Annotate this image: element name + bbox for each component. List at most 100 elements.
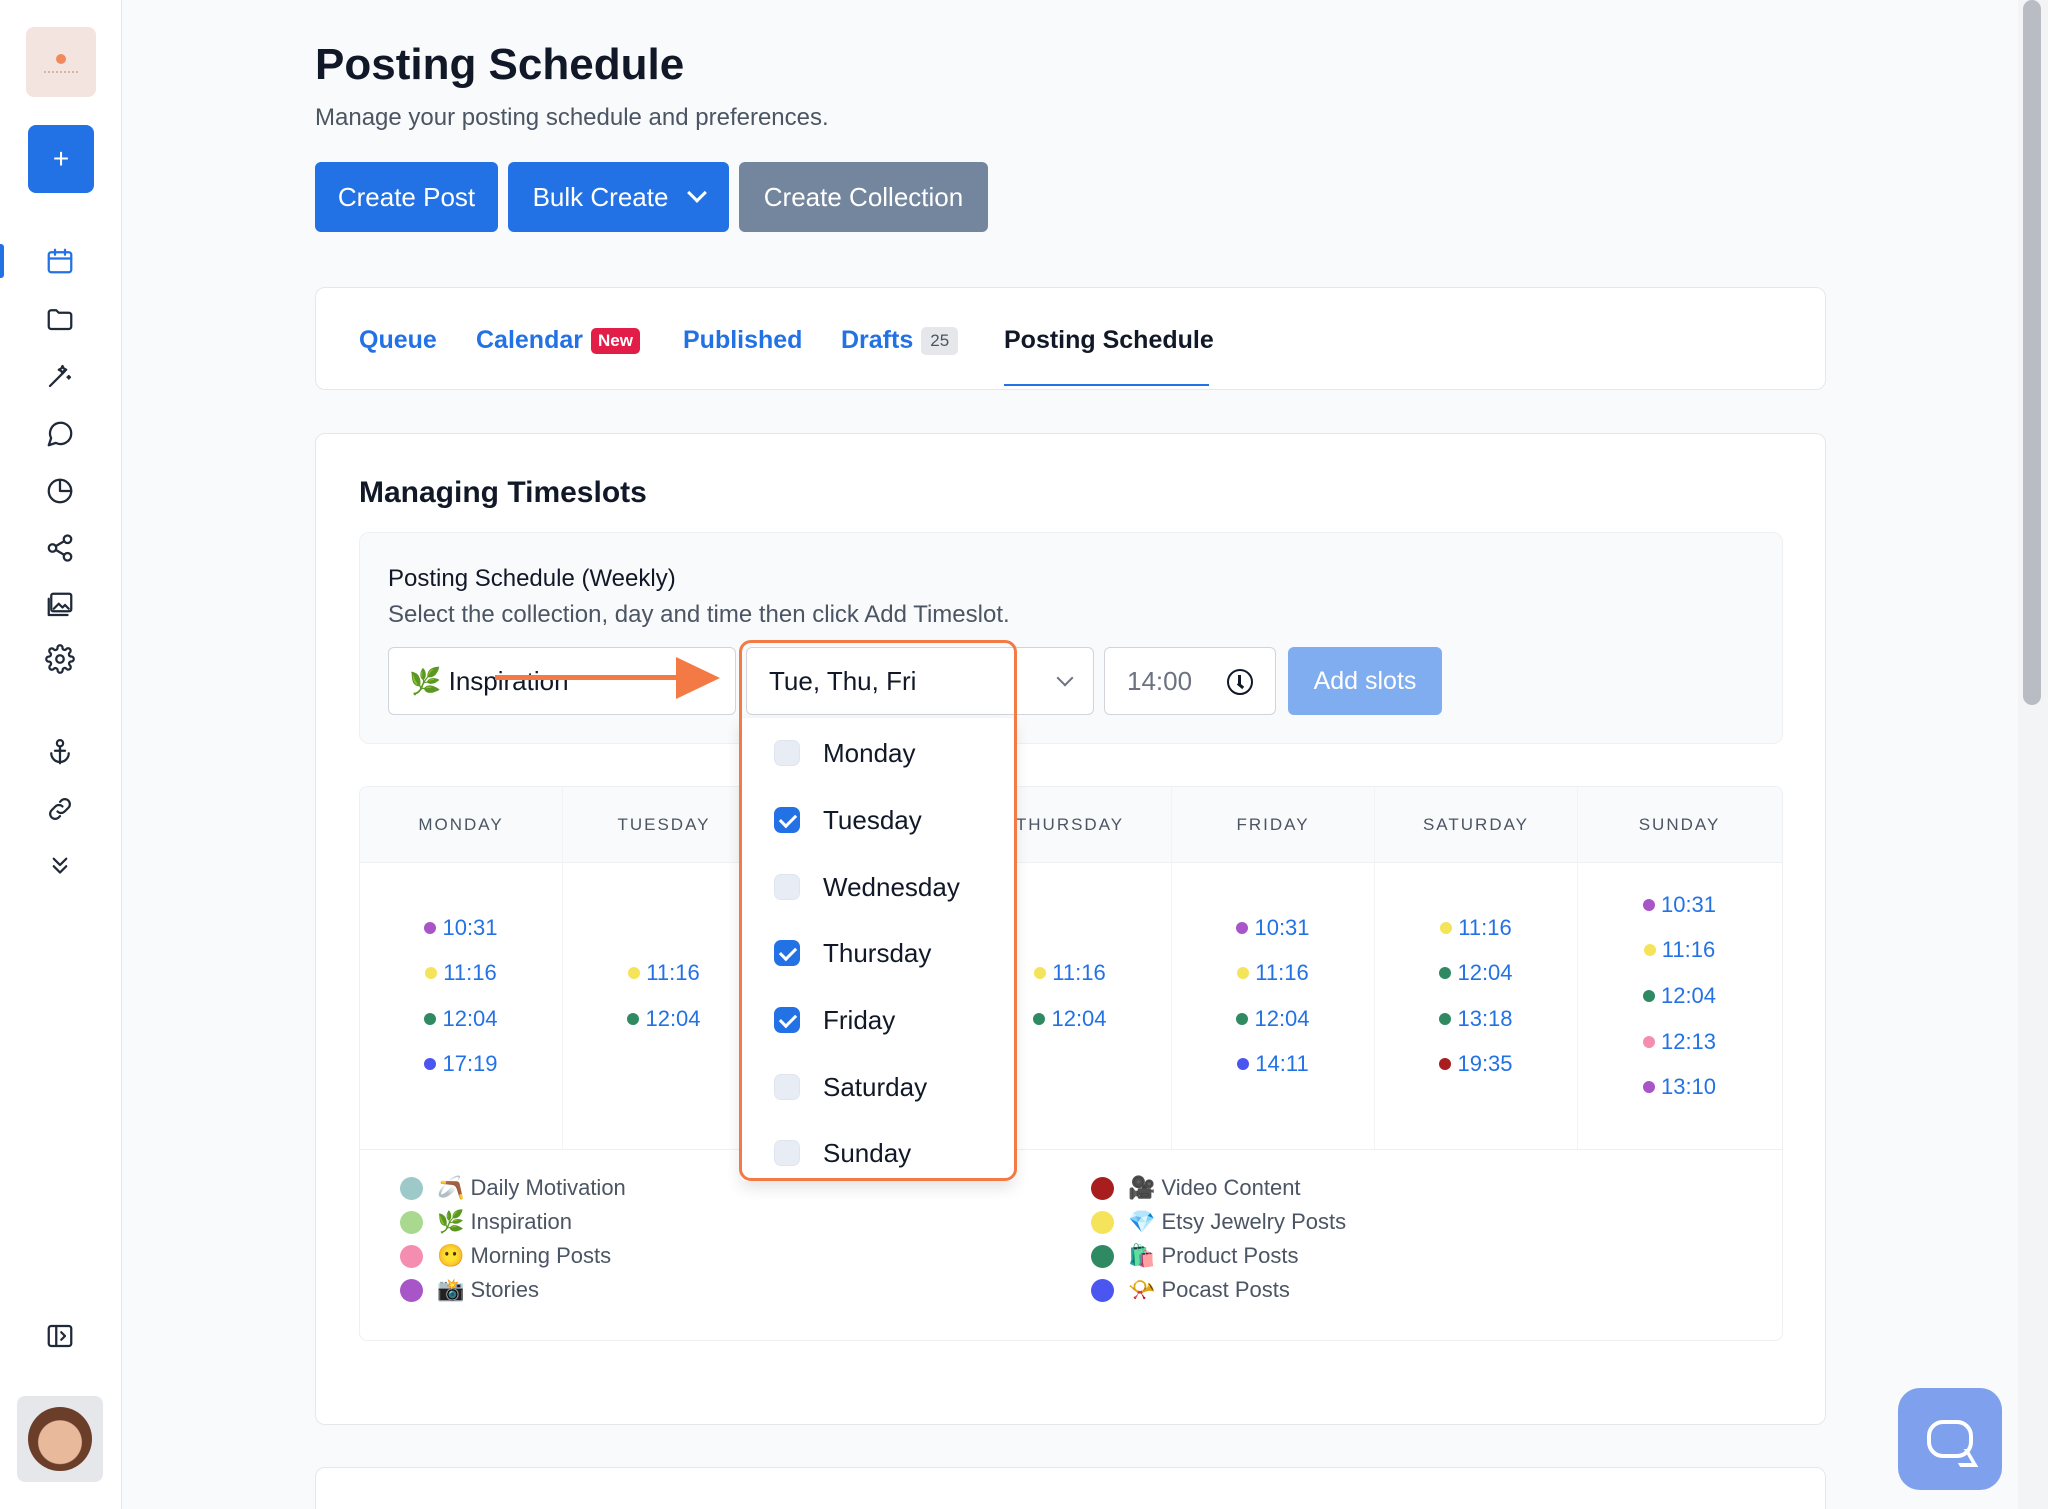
days-dropdown-menu: Monday Tuesday Wednesday Thursday Friday… <box>741 718 1014 1181</box>
timeslot[interactable]: 11:16 <box>1578 937 1781 963</box>
plus-icon: + <box>52 143 70 174</box>
day-option-monday[interactable]: Monday <box>741 723 1014 783</box>
legend-label: 📸 Stories <box>437 1277 539 1302</box>
tab-published[interactable]: Published <box>683 326 802 355</box>
collection-dot <box>1439 1013 1452 1025</box>
timeslot[interactable]: 11:16 <box>1172 960 1374 986</box>
settings-gear-icon[interactable] <box>40 639 80 679</box>
calendar-icon[interactable] <box>40 241 80 281</box>
user-avatar[interactable] <box>17 1396 103 1482</box>
days-select-value: Tue, Thu, Fri <box>769 665 917 696</box>
timeslot-time: 12:04 <box>1457 960 1513 985</box>
legend-dot <box>1091 1176 1114 1200</box>
page-title: Posting Schedule <box>315 40 685 89</box>
new-post-button[interactable]: + <box>28 125 94 193</box>
legend-label: 😶 Morning Posts <box>437 1243 612 1268</box>
timeslot[interactable]: 19:35 <box>1375 1051 1577 1077</box>
legend-dot <box>1091 1210 1114 1234</box>
collection-dot <box>1034 967 1047 979</box>
support-chat-button[interactable] <box>1898 1388 2002 1490</box>
link-icon[interactable] <box>40 789 80 829</box>
add-slots-button[interactable]: Add slots <box>1288 647 1442 715</box>
legend-item: 🛍️ Product Posts <box>1091 1243 1298 1269</box>
drafts-count-badge: 25 <box>921 326 959 355</box>
share-icon[interactable] <box>40 528 80 568</box>
day-option-label: Sunday <box>823 1137 912 1168</box>
legend-label: 💎 Etsy Jewelry Posts <box>1128 1209 1347 1234</box>
folder-icon[interactable] <box>40 299 80 339</box>
timeslot[interactable]: 12:04 <box>1578 983 1781 1009</box>
timeslot[interactable]: 12:13 <box>1578 1029 1781 1055</box>
day-option-thursday[interactable]: Thursday <box>741 923 1014 983</box>
time-input[interactable]: 14:00 <box>1104 647 1276 715</box>
collection-dot <box>628 967 641 979</box>
legend-item: 🎥 Video Content <box>1091 1175 1301 1201</box>
collection-dot <box>1440 922 1453 934</box>
timeslot-time: 10:31 <box>1660 892 1717 917</box>
pie-chart-icon[interactable] <box>40 471 80 511</box>
checkbox-checked[interactable] <box>774 807 800 833</box>
timeslot-time: 10:31 <box>442 915 498 940</box>
collection-dot <box>1642 899 1655 911</box>
collection-dot <box>1642 1081 1655 1093</box>
tab-posting-schedule[interactable]: Posting Schedule <box>1004 326 1214 355</box>
checkbox[interactable] <box>774 874 800 900</box>
timeslot[interactable]: 10:31 <box>1172 915 1374 941</box>
magic-wand-icon[interactable] <box>40 356 80 396</box>
day-option-saturday[interactable]: Saturday <box>741 1057 1014 1117</box>
tab-queue[interactable]: Queue <box>359 326 437 355</box>
timeslot[interactable]: 12:04 <box>1375 960 1577 986</box>
chat-icon[interactable] <box>40 414 80 454</box>
timeslot-time: 19:35 <box>1457 1051 1513 1076</box>
timeslot-time: 13:10 <box>1660 1074 1717 1099</box>
timeslot[interactable]: 12:04 <box>360 1006 562 1032</box>
timeslot-time: 13:18 <box>1457 1006 1513 1031</box>
timeslots-card: Managing Timeslots Posting Schedule (Wee… <box>315 433 1826 1425</box>
active-indicator <box>0 244 4 278</box>
checkbox[interactable] <box>774 1140 800 1166</box>
day-option-label: Wednesday <box>823 871 960 902</box>
tab-calendar[interactable]: Calendar New <box>476 326 640 355</box>
day-option-wednesday[interactable]: Wednesday <box>741 857 1014 917</box>
day-option-friday[interactable]: Friday <box>741 990 1014 1050</box>
legend-label: 🛍️ Product Posts <box>1128 1243 1299 1268</box>
brand-logo[interactable] <box>26 27 96 97</box>
sidebar-toggle-icon[interactable] <box>40 1316 80 1356</box>
tab-drafts[interactable]: Drafts 25 <box>841 326 959 355</box>
timeslot[interactable]: 14:11 <box>1172 1051 1374 1077</box>
timeslot[interactable]: 13:10 <box>1578 1074 1781 1100</box>
day-option-sunday[interactable]: Sunday <box>741 1123 1014 1183</box>
chevrons-down-icon[interactable] <box>40 845 80 885</box>
bulk-create-button[interactable]: Bulk Create <box>508 162 729 232</box>
timeslot[interactable]: 10:31 <box>360 915 562 941</box>
legend-item: 🪃 Daily Motivation <box>400 1175 626 1201</box>
legend-dot <box>400 1278 423 1302</box>
page-scrollbar[interactable] <box>2018 0 2048 1509</box>
timeslot[interactable]: 11:16 <box>563 960 765 986</box>
day-option-label: Thursday <box>823 937 932 968</box>
timeslot[interactable]: 12:04 <box>563 1006 765 1032</box>
timeslot[interactable]: 11:16 <box>1375 915 1577 941</box>
timeslot[interactable]: 10:31 <box>1578 892 1781 918</box>
timeslot[interactable]: 12:04 <box>1172 1006 1374 1032</box>
checkbox[interactable] <box>774 740 800 766</box>
create-post-button[interactable]: Create Post <box>315 162 498 232</box>
timeslot[interactable]: 11:16 <box>360 960 562 986</box>
timeslot[interactable]: 13:18 <box>1375 1006 1577 1032</box>
scrollbar-thumb[interactable] <box>2023 0 2041 705</box>
chevron-down-icon <box>1056 669 1074 687</box>
timeslot[interactable]: 17:19 <box>360 1051 562 1077</box>
timeslot-time: 11:16 <box>1661 937 1716 962</box>
collection-dot <box>1439 967 1452 979</box>
create-collection-button[interactable]: Create Collection <box>739 162 988 232</box>
anchor-icon[interactable] <box>40 732 80 772</box>
collection-dot <box>1033 1013 1046 1025</box>
gallery-icon[interactable] <box>40 585 80 625</box>
day-option-tuesday[interactable]: Tuesday <box>741 790 1014 850</box>
checkbox-checked[interactable] <box>774 940 800 966</box>
timeslot-time: 11:16 <box>646 960 700 985</box>
checkbox-checked[interactable] <box>774 1007 800 1033</box>
legend-item: 😶 Morning Posts <box>400 1243 611 1269</box>
days-select[interactable]: Tue, Thu, Fri <box>746 647 1094 715</box>
checkbox[interactable] <box>774 1074 800 1100</box>
